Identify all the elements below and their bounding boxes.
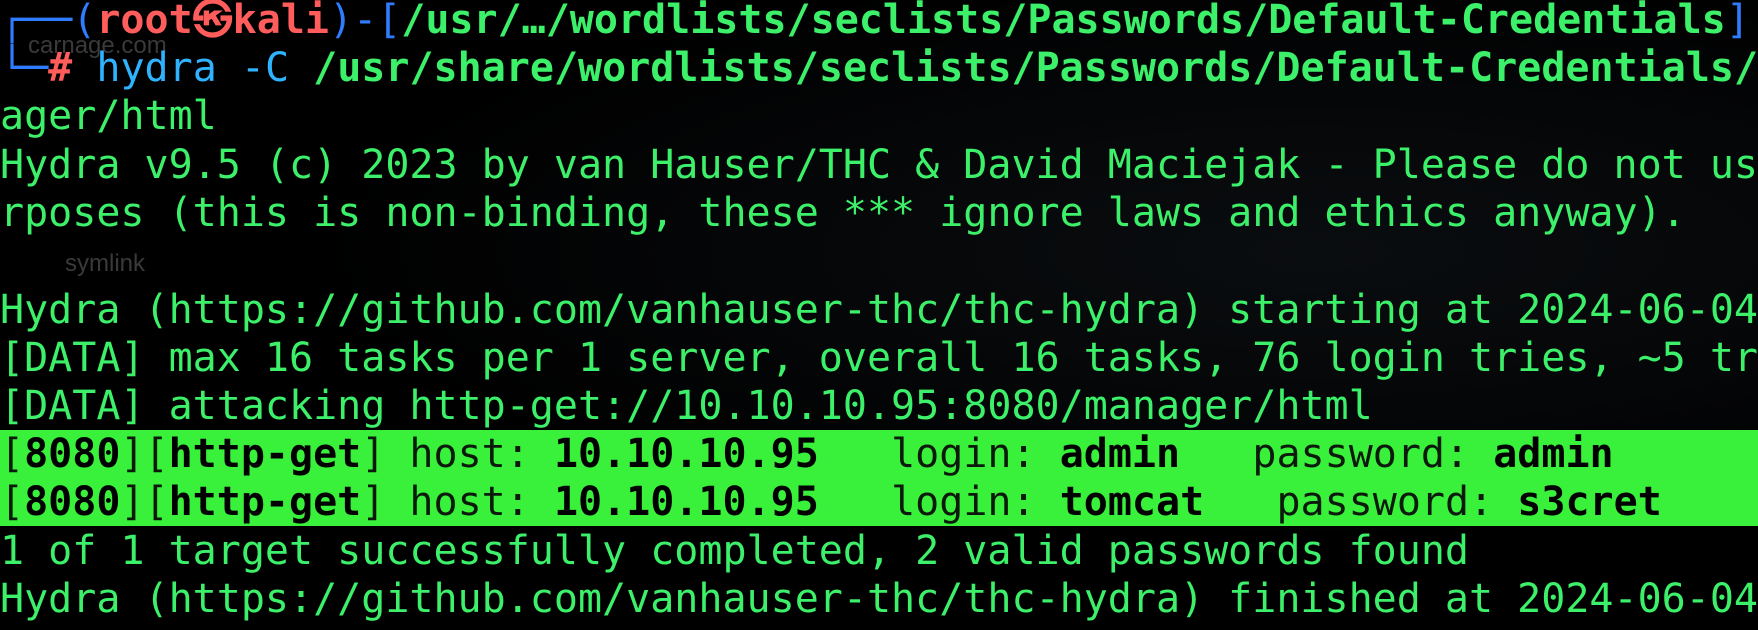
command-argument: /usr/share/wordlists/seclists/Passwords/… [313,45,1758,91]
output-line: 1 of 1 target successfully completed, 2 … [0,528,1470,574]
command-flag: -C [240,45,290,91]
prompt-path-open: )-[ [328,0,402,43]
result-login: tomcat [1059,479,1205,525]
result-login-label: login: [891,431,1036,477]
output-line: Hydra v9.5 (c) 2023 by van Hauser/THC & … [0,142,1758,188]
result-password: s3cret [1517,479,1662,525]
prompt-header-line: ┌──(root㉿kali)-[/usr/…/wordlists/seclist… [0,0,1750,44]
result-login-label: login: [891,479,1036,525]
prompt-corner-top: ┌──( [0,0,97,43]
result-password-label: password: [1252,431,1470,477]
result-line: [8080][http-get] host: 10.10.10.95 login… [0,431,1614,477]
result-port: 8080 [24,431,121,477]
terminal-window[interactable]: carnage.com symlink ┌──(root㉿kali)-[/usr… [0,0,1758,630]
background-watermark-text: symlink [65,250,146,277]
output-line: [DATA] attacking http-get://10.10.10.95:… [0,383,1373,429]
result-port: 8080 [24,479,121,525]
output-line: Hydra (https://github.com/vanhauser-thc/… [0,576,1758,622]
result-line: [8080][http-get] host: 10.10.10.95 login… [0,479,1662,525]
result-login: admin [1059,431,1181,477]
result-service: http-get [168,431,362,477]
prompt-path: /usr/…/wordlists/seclists/Passwords/Defa… [401,0,1726,43]
prompt-user: root [96,0,193,43]
prompt-hash: # [48,45,73,91]
result-host-label: host: [409,431,530,477]
result-host-label: host: [409,479,530,525]
result-host: 10.10.10.95 [553,431,819,477]
output-line: rposes (this is non-binding, these *** i… [0,190,1686,236]
output-line: ager/html [0,93,217,139]
kali-skull-icon: ㉿ [192,0,233,43]
command-name: hydra [96,45,217,91]
prompt-path-close: ] [1725,0,1750,43]
result-host: 10.10.10.95 [553,479,819,525]
result-password-label: password: [1276,479,1494,525]
result-service: http-get [168,479,362,525]
output-line: [DATA] max 16 tasks per 1 server, overal… [0,335,1758,381]
prompt-host: kali [232,0,329,43]
result-password: admin [1493,431,1614,477]
command-line[interactable]: └─# hydra -C /usr/share/wordlists/seclis… [0,44,1758,92]
prompt-corner-bottom: └─ [0,45,49,91]
output-line: Hydra (https://github.com/vanhauser-thc/… [0,287,1758,333]
